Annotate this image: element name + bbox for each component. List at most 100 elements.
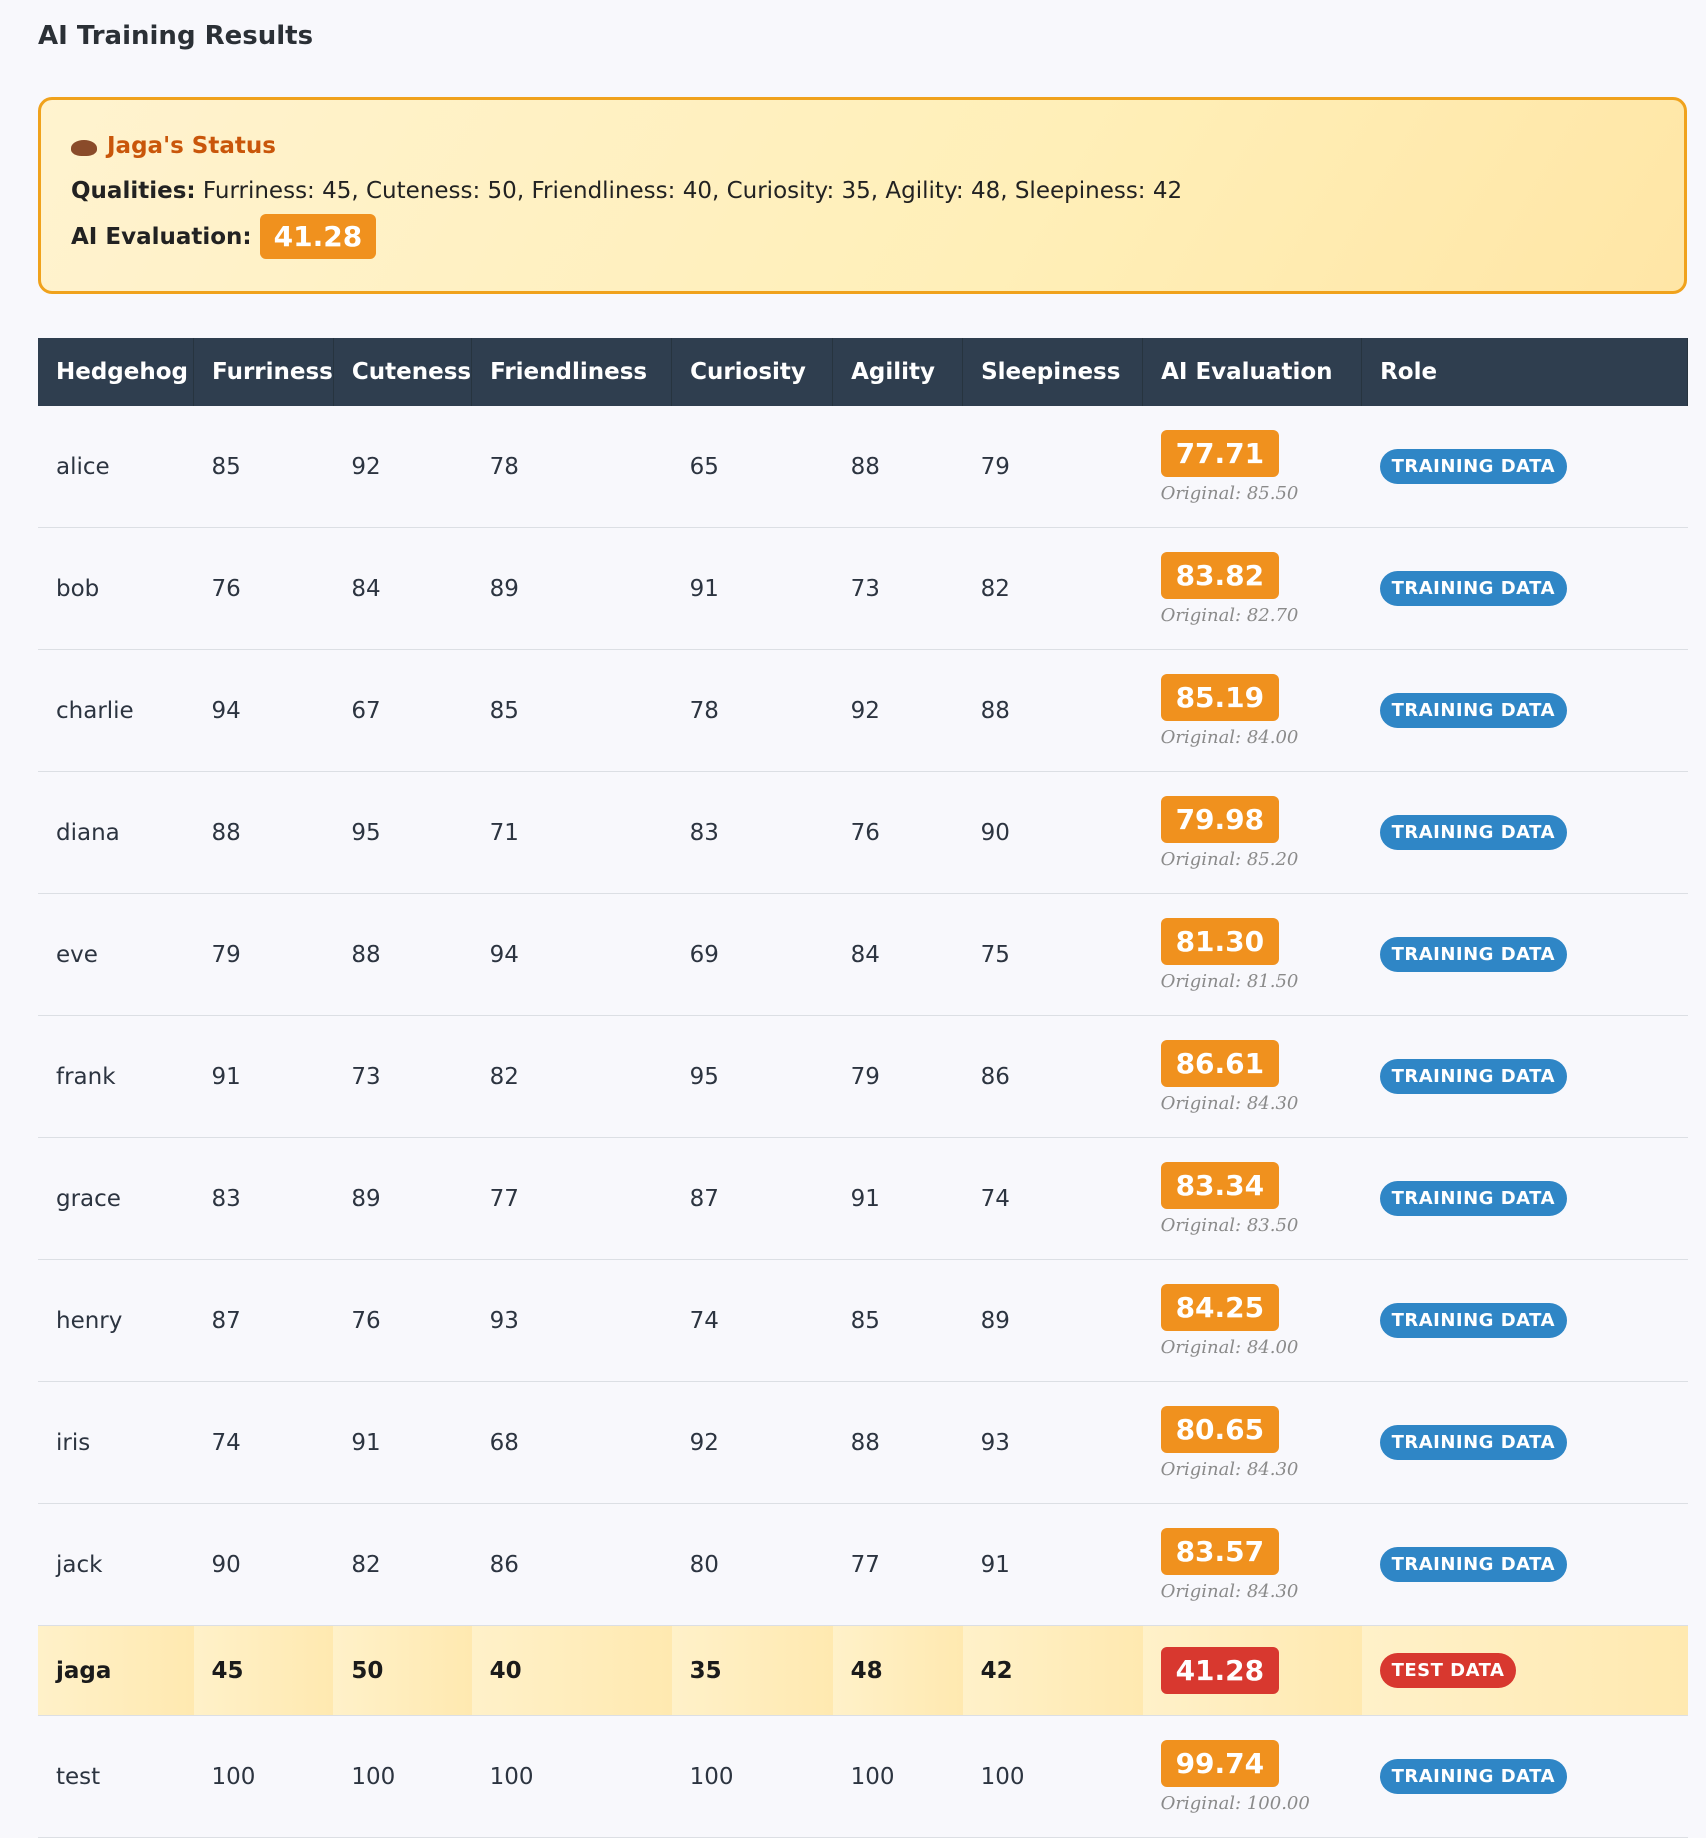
ai-evaluation-value: 41.28 xyxy=(259,214,377,259)
cell-name: test xyxy=(38,1715,194,1838)
original-score: Original: 84.30 xyxy=(1160,1092,1299,1114)
cell-friendliness: 89 xyxy=(471,527,672,650)
cell-curiosity: 74 xyxy=(671,1259,833,1382)
table-header-row: Hedgehog Furriness Cuteness Friendliness… xyxy=(38,338,1688,406)
header-role[interactable]: Role xyxy=(1361,338,1688,406)
cell-name: diana xyxy=(38,771,194,894)
cell-furriness: 87 xyxy=(193,1259,334,1382)
cell-cuteness: 76 xyxy=(333,1259,472,1382)
cell-sleepiness: 89 xyxy=(962,1259,1143,1382)
cell-role: TRAINING DATA xyxy=(1361,649,1688,772)
cell-cuteness: 89 xyxy=(333,1137,472,1260)
header-agility[interactable]: Agility xyxy=(832,338,964,406)
cell-furriness: 91 xyxy=(193,1015,334,1138)
role-badge: TRAINING DATA xyxy=(1379,815,1567,850)
cell-agility: 84 xyxy=(832,893,963,1016)
cell-friendliness: 86 xyxy=(471,1503,672,1626)
cell-agility: 91 xyxy=(832,1137,963,1260)
cell-ai-evaluation: 41.28 xyxy=(1142,1625,1362,1716)
role-badge: TRAINING DATA xyxy=(1379,1303,1567,1338)
cell-cuteness: 67 xyxy=(333,649,472,772)
header-furriness[interactable]: Furriness xyxy=(193,338,334,406)
header-sleepiness[interactable]: Sleepiness xyxy=(962,338,1144,406)
cell-agility: 88 xyxy=(832,1381,963,1504)
original-score: Original: 84.00 xyxy=(1160,1336,1299,1358)
original-score: Original: 81.50 xyxy=(1160,970,1299,992)
cell-name: bob xyxy=(38,527,194,650)
role-badge: TRAINING DATA xyxy=(1379,1181,1567,1216)
cell-furriness: 74 xyxy=(193,1381,334,1504)
original-score: Original: 84.30 xyxy=(1160,1458,1299,1480)
qualities-value: Furriness: 45, Cuteness: 50, Friendlines… xyxy=(202,178,1183,204)
cell-name: grace xyxy=(38,1137,194,1260)
cell-agility: 92 xyxy=(832,649,963,772)
cell-name: jack xyxy=(38,1503,194,1626)
table-row: frank 91 73 82 95 79 86 86.61 Original: 84.30 TRA… xyxy=(38,1015,1688,1138)
cell-ai-evaluation: 80.65 Original: 84.30 xyxy=(1142,1381,1362,1504)
cell-furriness: 76 xyxy=(193,527,334,650)
header-curiosity[interactable]: Curiosity xyxy=(671,338,834,406)
cell-name: jaga xyxy=(38,1625,194,1716)
cell-name: charlie xyxy=(38,649,194,772)
cell-sleepiness: 91 xyxy=(962,1503,1143,1626)
cell-ai-evaluation: 77.71 Original: 85.50 xyxy=(1142,406,1362,528)
ai-evaluation-label: AI Evaluation: xyxy=(71,223,252,250)
original-score: Original: 83.50 xyxy=(1160,1214,1299,1236)
cell-ai-evaluation: 85.19 Original: 84.00 xyxy=(1142,649,1362,772)
cell-sleepiness: 75 xyxy=(962,893,1143,1016)
cell-friendliness: 82 xyxy=(471,1015,672,1138)
cell-sleepiness: 79 xyxy=(962,406,1143,528)
cell-role: TRAINING DATA xyxy=(1361,893,1688,1016)
table-row: iris 74 91 68 92 88 93 80.65 Original: 84.30 TRAI… xyxy=(38,1381,1688,1504)
header-friendliness[interactable]: Friendliness xyxy=(471,338,673,406)
original-score: Original: 82.70 xyxy=(1160,604,1299,626)
cell-friendliness: 71 xyxy=(471,771,672,894)
cell-agility: 85 xyxy=(832,1259,963,1382)
cell-cuteness: 73 xyxy=(333,1015,472,1138)
cell-name: eve xyxy=(38,893,194,1016)
cell-role: TRAINING DATA xyxy=(1361,1715,1688,1838)
role-badge: TRAINING DATA xyxy=(1379,693,1567,728)
status-title: Jaga's Status xyxy=(107,133,276,159)
cell-ai-evaluation: 83.34 Original: 83.50 xyxy=(1142,1137,1362,1260)
cell-curiosity: 83 xyxy=(671,771,833,894)
table-row: charlie 94 67 85 78 92 88 85.19 Original: 84.00 T… xyxy=(38,649,1688,772)
cell-curiosity: 80 xyxy=(671,1503,833,1626)
header-hedgehog[interactable]: Hedgehog xyxy=(38,338,194,406)
cell-curiosity: 92 xyxy=(671,1381,833,1504)
header-cuteness[interactable]: Cuteness xyxy=(333,338,473,406)
cell-role: TRAINING DATA xyxy=(1361,771,1688,894)
cell-ai-evaluation: 99.74 Original: 100.00 xyxy=(1142,1715,1362,1838)
cell-role: TRAINING DATA xyxy=(1361,1259,1688,1382)
cell-curiosity: 69 xyxy=(671,893,833,1016)
table-row: eve 79 88 94 69 84 75 81.30 Original: 81.50 TRAIN… xyxy=(38,893,1688,1016)
cell-friendliness: 100 xyxy=(471,1715,672,1838)
header-ai-evaluation[interactable]: AI Evaluation xyxy=(1142,338,1363,406)
cell-friendliness: 77 xyxy=(471,1137,672,1260)
table-row: test 100 100 100 100 100 100 99.74 Original: 100… xyxy=(38,1715,1688,1838)
cell-name: alice xyxy=(38,406,194,528)
page-title: AI Training Results xyxy=(38,21,314,51)
hedgehog-icon xyxy=(71,140,97,156)
cell-furriness: 94 xyxy=(193,649,334,772)
qualities-line: Qualities: Furriness: 45, Cuteness: 50, … xyxy=(71,176,1654,206)
original-score: Original: 84.30 xyxy=(1160,1580,1299,1602)
cell-friendliness: 85 xyxy=(471,649,672,772)
ai-evaluation-line: AI Evaluation: 41.28 xyxy=(71,214,1654,259)
cell-agility: 79 xyxy=(832,1015,963,1138)
qualities-label: Qualities: xyxy=(71,178,196,204)
cell-curiosity: 91 xyxy=(671,527,833,650)
ai-score-badge: 84.25 xyxy=(1160,1283,1280,1331)
cell-role: TRAINING DATA xyxy=(1361,1015,1688,1138)
role-badge: TRAINING DATA xyxy=(1379,449,1567,484)
cell-ai-evaluation: 86.61 Original: 84.30 xyxy=(1142,1015,1362,1138)
table-row: bob 76 84 89 91 73 82 83.82 Original: 82.70 TRAIN… xyxy=(38,527,1688,650)
cell-curiosity: 35 xyxy=(671,1625,833,1716)
cell-ai-evaluation: 84.25 Original: 84.00 xyxy=(1142,1259,1362,1382)
ai-score-badge: 79.98 xyxy=(1160,795,1280,843)
table-row: alice 85 92 78 65 88 79 77.71 Original: 85.50 TRA… xyxy=(38,406,1688,528)
table-row: jaga 45 50 40 35 48 42 41.28 TEST DATA xyxy=(38,1625,1688,1716)
cell-curiosity: 87 xyxy=(671,1137,833,1260)
cell-agility: 100 xyxy=(832,1715,963,1838)
cell-role: TRAINING DATA xyxy=(1361,1503,1688,1626)
